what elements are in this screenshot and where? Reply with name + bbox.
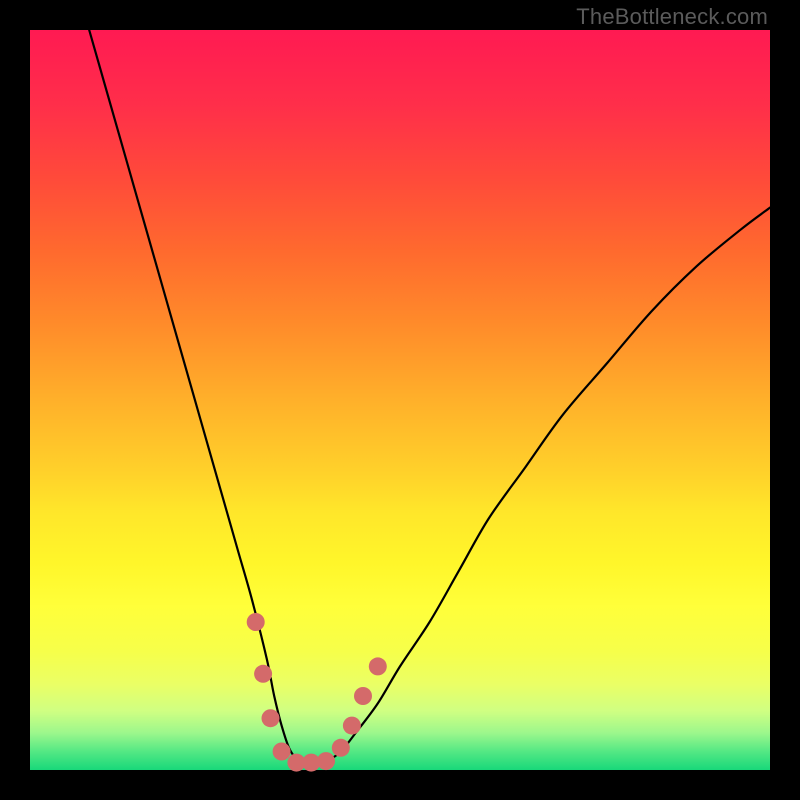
highlight-dot <box>317 752 335 770</box>
highlight-dot <box>343 717 361 735</box>
highlight-dot <box>254 665 272 683</box>
watermark-text: TheBottleneck.com <box>576 4 768 30</box>
highlight-dot <box>262 709 280 727</box>
highlight-dots <box>247 613 387 772</box>
highlight-dot <box>354 687 372 705</box>
chart-stage: TheBottleneck.com <box>0 0 800 800</box>
plot-area <box>30 30 770 770</box>
highlight-dot <box>369 657 387 675</box>
bottleneck-curve <box>89 30 770 763</box>
highlight-dot <box>273 743 291 761</box>
highlight-dot <box>247 613 265 631</box>
curve-layer <box>30 30 770 770</box>
highlight-dot <box>332 739 350 757</box>
